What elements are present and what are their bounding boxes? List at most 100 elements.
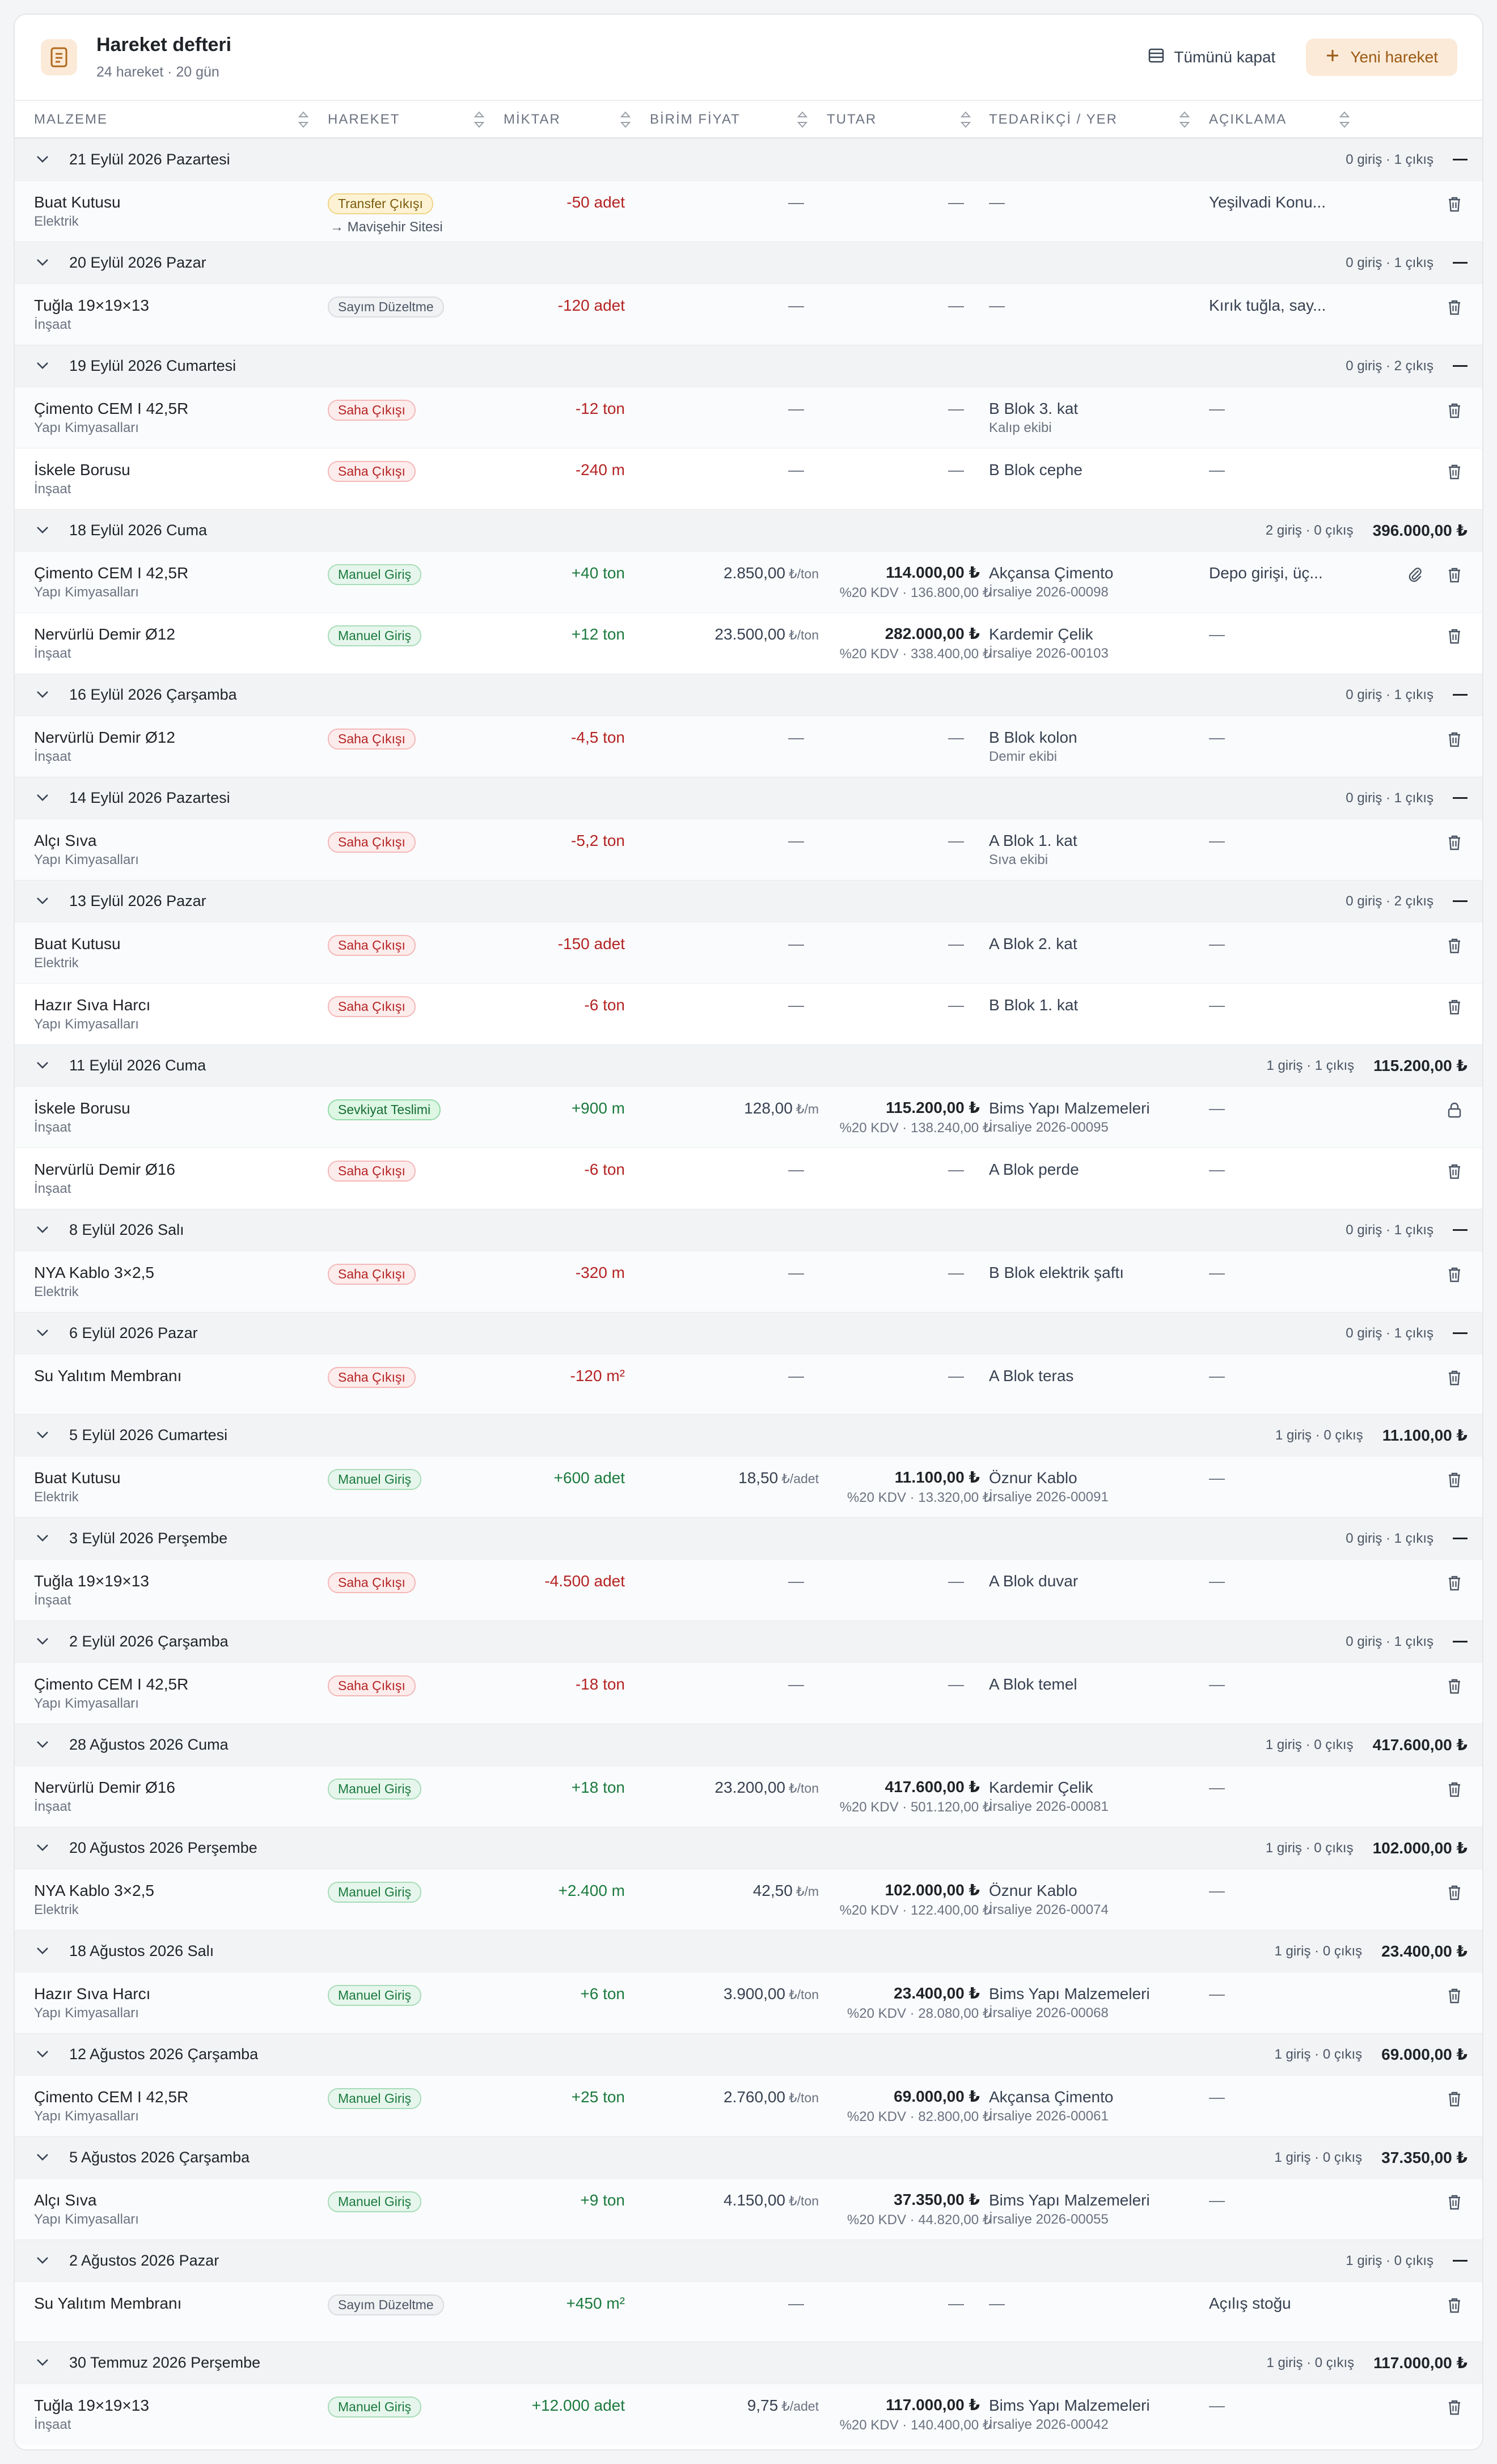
column-header-3[interactable]: MİKTAR (504, 110, 642, 129)
table-row[interactable]: Tuğla 19×19×13 İnşaat Saha Çıkışı -4.500 ad… (15, 1559, 1482, 1620)
column-header-1[interactable]: MALZEME (34, 110, 320, 129)
table-row[interactable]: Çimento CEM I 42,5R Yapı Kimyasalları Manu… (15, 2075, 1482, 2136)
trash-icon[interactable] (1446, 196, 1463, 215)
date-group-header[interactable]: 21 Eylül 2026 Pazartesi 0 giriş · 1 çıkış (15, 138, 1482, 180)
date-group-header[interactable]: 16 Eylül 2026 Çarşamba 0 giriş · 1 çıkış (15, 674, 1482, 716)
trash-icon[interactable] (1446, 1781, 1463, 1801)
table-row[interactable]: Çimento CEM I 42,5R Yapı Kimyasalları Manu… (15, 551, 1482, 612)
chevron-down-icon[interactable] (35, 2046, 50, 2064)
table-row[interactable]: İskele Borusu İnşaat Saha Çıkışı -240 m — — B … (15, 448, 1482, 509)
column-header-6[interactable]: TEDARİKÇİ / YER (989, 110, 1201, 129)
sort-icon[interactable] (959, 110, 972, 129)
trash-icon[interactable] (1446, 1266, 1463, 1286)
chevron-down-icon[interactable] (35, 1427, 50, 1445)
table-row[interactable]: Çimento CEM I 42,5R Yapı Kimyasalları Saha… (15, 1662, 1482, 1724)
trash-icon[interactable] (1446, 2090, 1463, 2110)
date-group-header[interactable]: 14 Eylül 2026 Pazartesi 0 giriş · 1 çıkış (15, 777, 1482, 819)
date-group-header[interactable]: 28 Ağustos 2026 Cuma 1 giriş · 0 çıkış 417… (15, 1724, 1482, 1766)
trash-icon[interactable] (1446, 1574, 1463, 1594)
sort-icon[interactable] (796, 110, 809, 129)
trash-icon[interactable] (1446, 1471, 1463, 1491)
trash-icon[interactable] (1446, 2194, 1463, 2213)
table-row[interactable]: Buat Kutusu Elektrik Transfer Çıkışı → Mavi… (15, 180, 1482, 242)
table-row[interactable]: Nervürlü Demir Ø16 İnşaat Manuel Giriş +18 … (15, 1766, 1482, 1827)
collapse-all-button[interactable]: Tümünü kapat (1137, 40, 1285, 75)
new-movement-button[interactable]: Yeni hareket (1306, 39, 1457, 76)
trash-icon[interactable] (1446, 402, 1463, 422)
table-row[interactable]: Buat Kutusu Elektrik Saha Çıkışı -150 adet —… (15, 922, 1482, 983)
table-row[interactable]: Alçı Sıva Yapı Kimyasalları Saha Çıkışı -5,… (15, 819, 1482, 880)
date-group-header[interactable]: 13 Eylül 2026 Pazar 0 giriş · 2 çıkış (15, 880, 1482, 922)
date-group-header[interactable]: 2 Eylül 2026 Çarşamba 0 giriş · 1 çıkış (15, 1620, 1482, 1662)
trash-icon[interactable] (1446, 2399, 1463, 2419)
date-group-header[interactable]: 20 Eylül 2026 Pazar 0 giriş · 1 çıkış (15, 242, 1482, 283)
date-group-header[interactable]: 19 Eylül 2026 Cumartesi 0 giriş · 2 çıkış (15, 345, 1482, 387)
table-row[interactable]: Su Yalıtım Membranı Sayım Düzeltme +450 m²… (15, 2281, 1482, 2342)
trash-icon[interactable] (1446, 1987, 1463, 2007)
table-row[interactable]: NYA Kablo 3×2,5 Elektrik Manuel Giriş +2.40… (15, 1869, 1482, 1930)
table-row[interactable]: Tuğla 19×19×13 İnşaat Manuel Giriş +12.000 … (15, 2383, 1482, 2445)
chevron-down-icon[interactable] (35, 1057, 50, 1075)
table-row[interactable]: Tuğla 19×19×13 İnşaat Sayım Düzeltme -120 a… (15, 283, 1482, 345)
trash-icon[interactable] (1446, 299, 1463, 319)
chevron-down-icon[interactable] (35, 687, 50, 704)
date-group-header[interactable]: 18 Eylül 2026 Cuma 2 giriş · 0 çıkış 396.0… (15, 509, 1482, 551)
date-group-header[interactable]: 18 Ağustos 2026 Salı 1 giriş · 0 çıkış 23.… (15, 1930, 1482, 1972)
trash-icon[interactable] (1446, 1678, 1463, 1697)
date-group-header[interactable]: 5 Ağustos 2026 Çarşamba 1 giriş · 0 çıkış… (15, 2136, 1482, 2178)
chevron-down-icon[interactable] (35, 2149, 50, 2167)
trash-icon[interactable] (1446, 937, 1463, 957)
chevron-down-icon[interactable] (35, 1325, 50, 1343)
date-group-header[interactable]: 5 Eylül 2026 Cumartesi 1 giriş · 0 çıkış 1… (15, 1414, 1482, 1456)
trash-icon[interactable] (1446, 2297, 1463, 2317)
trash-icon[interactable] (1446, 566, 1463, 586)
sort-icon[interactable] (1338, 110, 1351, 129)
trash-icon[interactable] (1446, 628, 1463, 647)
date-group-header[interactable]: 11 Eylül 2026 Cuma 1 giriş · 1 çıkış 115.2… (15, 1044, 1482, 1086)
chevron-down-icon[interactable] (35, 893, 50, 911)
date-group-header[interactable]: 30 Temmuz 2026 Perşembe 1 giriş · 0 çıkış… (15, 2342, 1482, 2383)
table-row[interactable]: Hazır Sıva Harcı Yapı Kimyasalları Manuel … (15, 1972, 1482, 2033)
column-header-2[interactable]: HAREKET (328, 110, 496, 129)
trash-icon[interactable] (1446, 1884, 1463, 1904)
column-header-7[interactable]: AÇIKLAMA (1209, 110, 1361, 129)
chevron-down-icon[interactable] (35, 790, 50, 807)
chevron-down-icon[interactable] (35, 1943, 50, 1961)
table-row[interactable]: İskele Borusu İnşaat Sevkiyat Teslimi +900 … (15, 1086, 1482, 1148)
chevron-down-icon[interactable] (35, 2253, 50, 2270)
sort-icon[interactable] (619, 110, 632, 129)
trash-icon[interactable] (1446, 731, 1463, 751)
sort-icon[interactable] (297, 110, 310, 129)
date-group-header[interactable]: 20 Ağustos 2026 Perşembe 1 giriş · 0 çıkı… (15, 1827, 1482, 1869)
chevron-down-icon[interactable] (35, 1530, 50, 1548)
attachment-icon[interactable] (1406, 566, 1423, 586)
table-row[interactable]: Nervürlü Demir Ø12 İnşaat Manuel Giriş +12 … (15, 612, 1482, 674)
date-group-header[interactable]: 12 Ağustos 2026 Çarşamba 1 giriş · 0 çıkı… (15, 2033, 1482, 2075)
chevron-down-icon[interactable] (35, 522, 50, 540)
trash-icon[interactable] (1446, 1163, 1463, 1183)
sort-icon[interactable] (473, 110, 485, 129)
trash-icon[interactable] (1446, 998, 1463, 1018)
trash-icon[interactable] (1446, 1369, 1463, 1389)
chevron-down-icon[interactable] (35, 2355, 50, 2372)
table-row[interactable]: Buat Kutusu Elektrik Manuel Giriş +600 adet… (15, 1456, 1482, 1517)
date-group-header[interactable]: 8 Eylül 2026 Salı 0 giriş · 1 çıkış (15, 1209, 1482, 1251)
table-row[interactable]: Çimento CEM I 42,5R Yapı Kimyasalları Saha… (15, 387, 1482, 448)
trash-icon[interactable] (1446, 834, 1463, 854)
chevron-down-icon[interactable] (35, 255, 50, 272)
table-row[interactable]: Nervürlü Demir Ø12 İnşaat Saha Çıkışı -4,5 … (15, 716, 1482, 777)
chevron-down-icon[interactable] (35, 1840, 50, 1857)
chevron-down-icon[interactable] (35, 1737, 50, 1754)
table-row[interactable]: Su Yalıtım Membranı Saha Çıkışı -120 m² — — A… (15, 1354, 1482, 1414)
date-group-header[interactable]: 2 Ağustos 2026 Pazar 1 giriş · 0 çıkış (15, 2239, 1482, 2281)
table-row[interactable]: Hazır Sıva Harcı Yapı Kimyasalları Saha Çı… (15, 983, 1482, 1044)
table-row[interactable]: Alçı Sıva Yapı Kimyasalları Manuel Giriş +9… (15, 2178, 1482, 2239)
date-group-header[interactable]: 6 Eylül 2026 Pazar 0 giriş · 1 çıkış (15, 1312, 1482, 1354)
column-header-4[interactable]: BİRİM FİYAT (650, 110, 819, 129)
chevron-down-icon[interactable] (35, 358, 50, 375)
chevron-down-icon[interactable] (35, 151, 50, 169)
date-group-header[interactable]: 3 Eylül 2026 Perşembe 0 giriş · 1 çıkış (15, 1517, 1482, 1559)
chevron-down-icon[interactable] (35, 1222, 50, 1239)
sort-icon[interactable] (1178, 110, 1191, 129)
column-header-5[interactable]: TUTAR (827, 110, 982, 129)
